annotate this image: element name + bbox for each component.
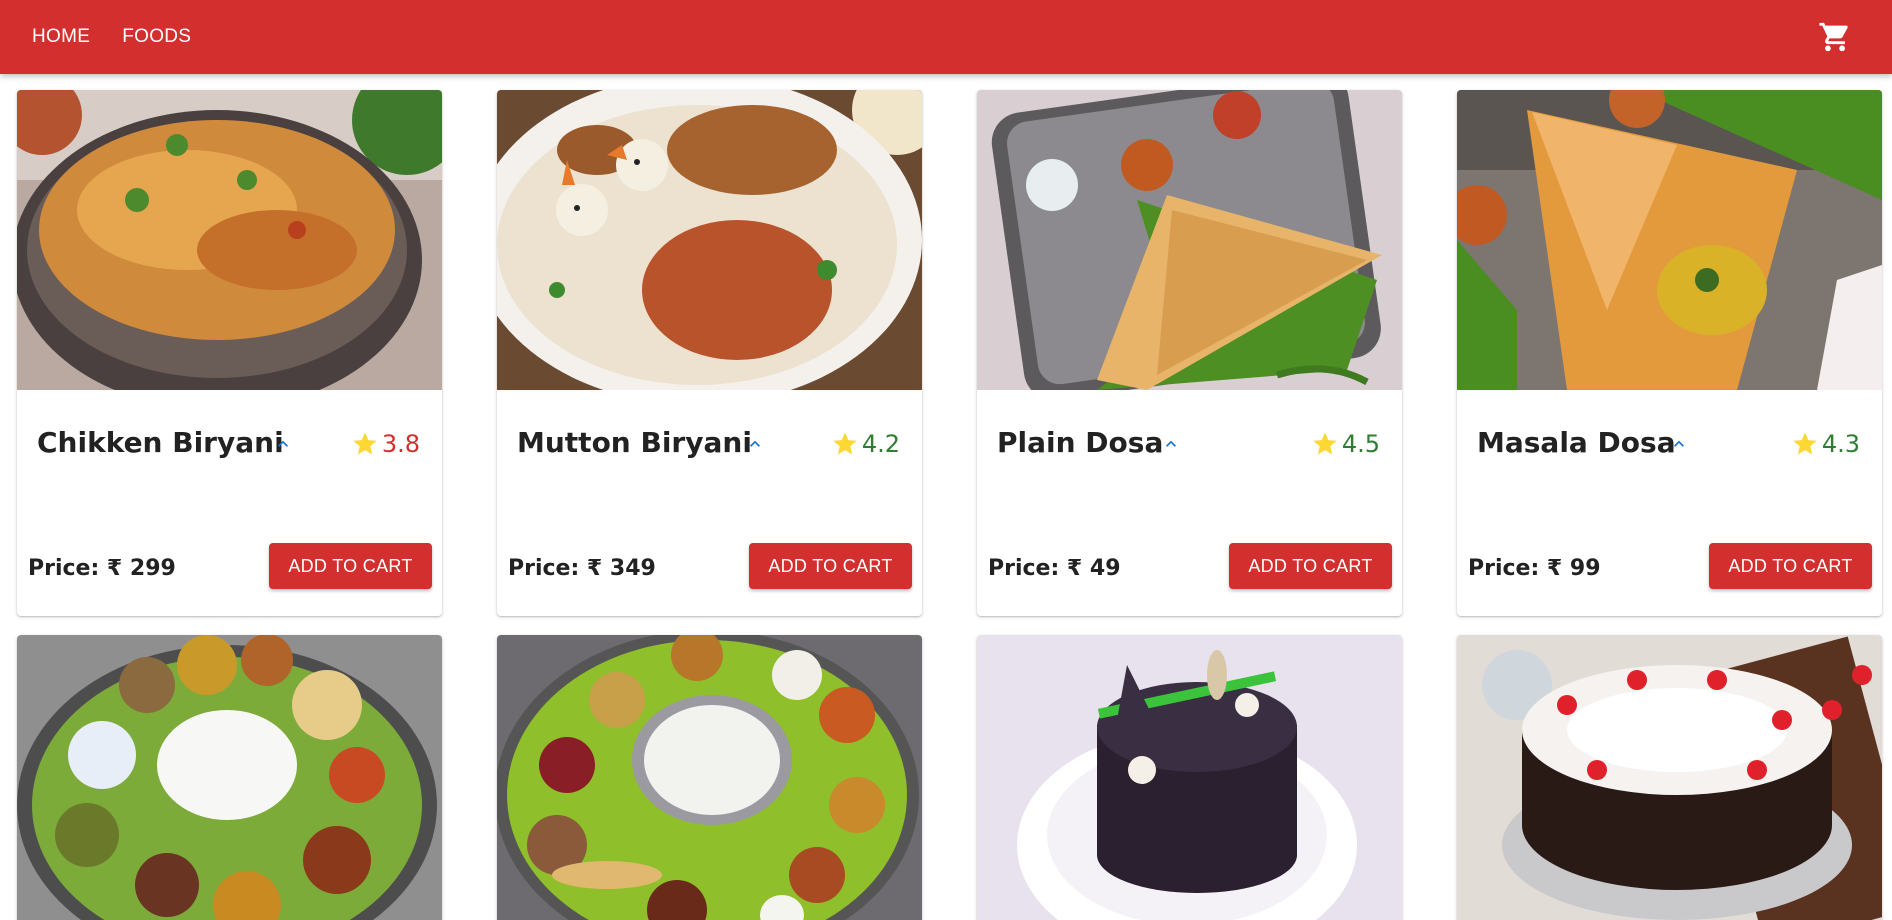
chevron-up-icon[interactable] (1161, 434, 1181, 454)
price-label: Price: ₹ 99 (1468, 556, 1601, 581)
chevron-up-icon[interactable] (1669, 434, 1689, 454)
add-to-cart-button[interactable]: ADD TO CART (749, 543, 912, 589)
price-label: Price: ₹ 49 (988, 556, 1121, 581)
star-icon (833, 432, 857, 455)
food-card: Chikken Biryani 3.8 Price: ₹ 299 ADD TO … (17, 90, 442, 616)
food-card (497, 635, 922, 920)
add-to-cart-button[interactable]: ADD TO CART (269, 543, 432, 589)
food-image (977, 90, 1402, 390)
cart-button[interactable] (1818, 20, 1852, 54)
food-image (497, 90, 922, 390)
food-name: Chikken Biryani (37, 426, 284, 459)
price-label: Price: ₹ 349 (508, 556, 656, 581)
rating-value: 4.3 (1821, 430, 1860, 458)
food-card (17, 635, 442, 920)
food-image (497, 635, 922, 920)
chevron-up-icon[interactable] (745, 434, 765, 454)
nav-foods-link[interactable]: FOODS (112, 20, 201, 54)
rating: 3.8 (351, 430, 420, 458)
food-card: Masala Dosa 4.3 Price: ₹ 99 ADD TO CART (1457, 90, 1882, 616)
star-icon (1793, 432, 1817, 455)
food-image (17, 90, 442, 390)
app-bar: HOME FOODS (0, 0, 1892, 74)
food-name: Plain Dosa (997, 426, 1164, 459)
nav-home-link[interactable]: HOME (22, 20, 100, 54)
food-grid: Chikken Biryani 3.8 Price: ₹ 299 ADD TO … (0, 74, 1892, 920)
food-card: Mutton Biryani 4.2 Price: ₹ 349 ADD TO C… (497, 90, 922, 616)
food-card (977, 635, 1402, 920)
rating-value: 4.5 (1341, 430, 1380, 458)
add-to-cart-button[interactable]: ADD TO CART (1709, 543, 1872, 589)
food-image (977, 635, 1402, 920)
food-image (1457, 90, 1882, 390)
food-card (1457, 635, 1882, 920)
food-image (1457, 635, 1882, 920)
food-name: Masala Dosa (1477, 426, 1676, 459)
rating-value: 3.8 (381, 430, 420, 458)
rating: 4.2 (831, 430, 900, 458)
rating: 4.3 (1791, 430, 1860, 458)
price-label: Price: ₹ 299 (28, 556, 176, 581)
star-icon (1313, 432, 1337, 455)
food-image (17, 635, 442, 920)
food-name: Mutton Biryani (517, 426, 752, 459)
rating: 4.5 (1311, 430, 1380, 458)
rating-value: 4.2 (861, 430, 900, 458)
add-to-cart-button[interactable]: ADD TO CART (1229, 543, 1392, 589)
food-card: Plain Dosa 4.5 Price: ₹ 49 ADD TO CART (977, 90, 1402, 616)
chevron-up-icon[interactable] (273, 434, 293, 454)
star-icon (353, 432, 377, 455)
shopping-cart-icon (1819, 22, 1848, 52)
